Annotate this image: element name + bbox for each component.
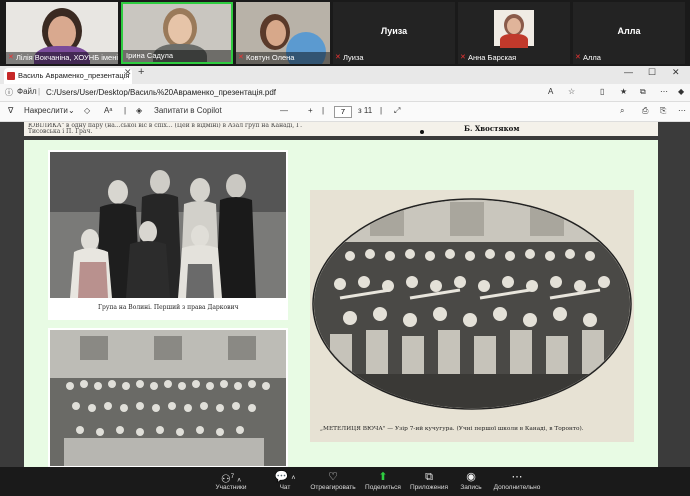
participant-name: Анна Барская (468, 53, 517, 62)
participants-label: Участники (215, 484, 247, 491)
close-window-icon[interactable]: ✕ (672, 67, 680, 78)
zoom-out-button[interactable]: — (280, 106, 288, 115)
participant-big-name: Луиза (380, 26, 408, 36)
participant-tile[interactable]: Ковтун Олена ✕ (236, 2, 330, 64)
muted-mic-icon: ✕ (238, 54, 244, 61)
split-screen-icon[interactable]: ▯ (600, 87, 604, 96)
tab-title: Василь Авраменко_презентація (18, 71, 130, 80)
photo-metelytsia: „МЕТЕЛИЦЯ ВЮЧА" — Узір 7-ий кучугура. (У… (310, 190, 634, 442)
favorites-icon[interactable]: ★ (620, 87, 627, 96)
text-format-icon[interactable]: Aᵃ (104, 106, 112, 115)
separator: | (38, 87, 41, 96)
record-label: Запись (460, 484, 482, 491)
file-label: Файл (17, 87, 37, 96)
photo-image (50, 152, 286, 298)
eraser-icon[interactable]: ◇ (84, 106, 90, 115)
zoom-toolbar: ⚇7 ˄ Участники 💬 ˄ Чат ♡ Отреагировать ⬆… (0, 467, 690, 496)
photo-image (50, 330, 286, 466)
pdf-file-icon (7, 72, 15, 80)
participant-tile[interactable]: Анна Барская ✕ (458, 2, 570, 64)
page-total: з 11 (358, 106, 373, 115)
maximize-icon[interactable]: ☐ (648, 67, 656, 78)
draw-button[interactable]: Накреслити (24, 106, 68, 115)
read-aloud-icon[interactable]: A (548, 87, 553, 96)
collections-icon[interactable]: ⧉ (640, 87, 646, 97)
page-number-input[interactable]: 7 (334, 106, 352, 118)
participant-name: Алла (583, 53, 601, 62)
zoom-in-button[interactable]: + (308, 106, 313, 115)
photo-illustration (50, 330, 286, 466)
save-icon[interactable]: ⎘ (660, 106, 666, 116)
muted-mic-icon: ✕ (460, 54, 466, 61)
separator: | (124, 106, 127, 115)
participant-name: Луиза (343, 53, 364, 62)
participant-tile-active[interactable]: Ірина Садула (121, 2, 233, 64)
participant-face (48, 16, 76, 50)
more-label: Дополнительно (493, 484, 541, 491)
chevron-down-icon[interactable]: ⌄ (68, 106, 75, 115)
previous-page-strip: ЮВІЛИКА" в одну пару (на...ської віс в с… (24, 122, 658, 136)
more-icon: ⋯ (511, 471, 523, 483)
copilot-icon[interactable]: ◈ (136, 106, 142, 115)
photo-illustration (50, 152, 286, 298)
print-icon[interactable]: ⎙ (642, 106, 648, 116)
separator: | (322, 106, 325, 115)
participant-face (168, 14, 192, 44)
address-bar: ⓘ Файл | C:/Users/User/Desktop/Василь%20… (0, 84, 690, 102)
participant-tile[interactable]: Алла Алла ✕ (573, 2, 685, 64)
muted-mic-icon: ✕ (8, 54, 14, 61)
minimize-icon[interactable]: — (624, 67, 633, 77)
separator: | (380, 106, 383, 115)
participant-name: Лілія Вокчаніна, ХОУНБ імені Олес... (6, 52, 118, 64)
pdf-viewer[interactable]: ЮВІЛИКА" в одну пару (на...ської віс в с… (0, 122, 690, 467)
ask-copilot-button[interactable]: Запитати в Copilot (154, 106, 222, 115)
url-field[interactable]: C:/Users/User/Desktop/Василь%20Авраменко… (46, 86, 516, 100)
pdf-toolbar: ∇ Накреслити ⌄ ◇ Aᵃ | ◈ Запитати в Copil… (0, 102, 690, 122)
participant-avatar (494, 10, 534, 48)
browser-tab[interactable]: Василь Авраменко_презентація (4, 68, 132, 84)
copilot-icon[interactable]: ◆ (678, 87, 684, 96)
photo-caption: Група на Волині. Перший з права Даркович (98, 304, 239, 311)
photo-group-crowd (48, 328, 288, 467)
search-icon[interactable]: ⌕ (620, 106, 624, 116)
participant-clothes (500, 34, 528, 48)
draw-icon[interactable]: ∇ (8, 106, 13, 115)
favorite-star-icon[interactable]: ☆ (568, 87, 575, 96)
fit-page-icon[interactable]: ⤢ (394, 106, 400, 116)
participant-big-name: Алла (617, 26, 641, 36)
participant-strip: Лілія Вокчаніна, ХОУНБ імені Олес... ✕ І… (0, 0, 690, 66)
oval-photo-illustration (312, 198, 632, 410)
participant-tile[interactable]: Лілія Вокчаніна, ХОУНБ імені Олес... ✕ (6, 2, 118, 64)
tab-bar: Василь Авраменко_презентація (0, 66, 690, 84)
new-tab-button[interactable]: + (138, 66, 144, 78)
muted-mic-icon: ✕ (575, 54, 581, 61)
participant-face (266, 20, 286, 46)
photo-caption: „МЕТЕЛИЦЯ ВЮЧА" — Узір 7-ий кучугура. (У… (320, 426, 584, 432)
more-button[interactable]: ⋯ Дополнительно (482, 470, 552, 491)
participant-name: Ірина Садула (123, 50, 231, 62)
muted-mic-icon: ✕ (335, 54, 341, 61)
pdf-page: Група на Волині. Перший з права Даркович (24, 140, 658, 467)
info-icon[interactable]: ⓘ (5, 87, 13, 98)
tab-close-icon[interactable]: ✕ (124, 67, 132, 78)
previous-page-text: ЮВІЛИКА" в одну пару (на...ської віс в с… (28, 123, 302, 135)
more-icon[interactable]: ⋯ (660, 87, 668, 96)
photo-group-volyn: Група на Волині. Перший з права Даркович (48, 150, 288, 320)
participant-tile[interactable]: Луиза Луиза ✕ (333, 2, 455, 64)
bullet-mark (420, 130, 424, 134)
previous-page-text-right: Б. Хвостяком (464, 124, 520, 133)
chat-label: Чат (279, 484, 291, 491)
participant-face (507, 18, 521, 34)
participant-name: Ковтун Олена (236, 52, 330, 64)
more-icon[interactable]: ⋯ (678, 106, 686, 115)
